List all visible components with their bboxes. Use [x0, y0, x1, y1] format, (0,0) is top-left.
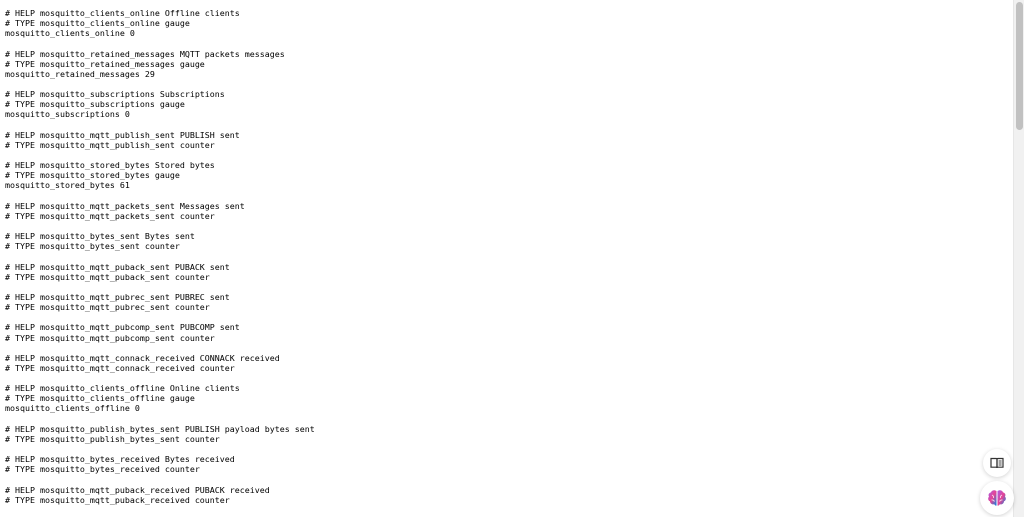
- page-viewport: # HELP mosquitto_clients_online Offline …: [0, 0, 1013, 517]
- metrics-line: # TYPE mosquitto_stored_bytes gauge: [5, 170, 180, 181]
- metrics-line: # HELP mosquitto_subscriptions Subscript…: [5, 89, 225, 100]
- metrics-line: # HELP mosquitto_publish_bytes_sent PUBL…: [5, 423, 315, 434]
- metrics-line: # HELP mosquitto_mqtt_publish_sent PUBLI…: [5, 129, 240, 140]
- metrics-line: # TYPE mosquitto_clients_offline gauge: [5, 393, 195, 404]
- metrics-text: # HELP mosquitto_clients_online Offline …: [0, 0, 1013, 505]
- book-open-icon: [990, 457, 1004, 469]
- metrics-line: # HELP mosquitto_bytes_received Bytes re…: [5, 454, 235, 465]
- metrics-line: # TYPE mosquitto_mqtt_pubrec_sent counte…: [5, 302, 210, 313]
- metrics-line: # TYPE mosquitto_mqtt_pubcomp_sent count…: [5, 332, 215, 343]
- metrics-line: # TYPE mosquitto_bytes_received counter: [5, 464, 200, 475]
- metrics-line: mosquitto_retained_messages 29: [5, 68, 155, 79]
- scrollbar-thumb[interactable]: [1016, 2, 1023, 130]
- metrics-line: # HELP mosquitto_clients_online Offline …: [5, 8, 240, 18]
- metrics-line: # TYPE mosquitto_mqtt_connack_received c…: [5, 362, 235, 373]
- metrics-line: mosquitto_subscriptions 0: [5, 109, 130, 120]
- metrics-line: # TYPE mosquitto_subscriptions gauge: [5, 99, 185, 110]
- metrics-line: mosquitto_clients_online 0: [5, 28, 135, 39]
- metrics-line: # HELP mosquitto_stored_bytes Stored byt…: [5, 160, 215, 171]
- metrics-line: # HELP mosquitto_mqtt_pubcomp_sent PUBCO…: [5, 322, 240, 333]
- metrics-line: # TYPE mosquitto_mqtt_publish_sent count…: [5, 139, 215, 150]
- metrics-line: # HELP mosquitto_bytes_sent Bytes sent: [5, 231, 195, 242]
- metrics-line: # TYPE mosquitto_retained_messages gauge: [5, 58, 205, 69]
- vertical-scrollbar[interactable]: [1013, 0, 1024, 517]
- brain-icon: [987, 489, 1007, 507]
- metrics-line: # TYPE mosquitto_mqtt_puback_received co…: [5, 494, 230, 505]
- metrics-line: # HELP mosquitto_mqtt_connack_received C…: [5, 352, 280, 363]
- metrics-line: # TYPE mosquitto_mqtt_puback_sent counte…: [5, 271, 210, 282]
- metrics-line: mosquitto_stored_bytes 61: [5, 180, 130, 191]
- reader-mode-button[interactable]: [983, 449, 1011, 477]
- metrics-line: # HELP mosquitto_mqtt_packets_sent Messa…: [5, 200, 245, 211]
- metrics-line: # TYPE mosquitto_publish_bytes_sent coun…: [5, 433, 220, 444]
- metrics-line: # HELP mosquitto_retained_messages MQTT …: [5, 48, 285, 59]
- metrics-line: # HELP mosquitto_clients_offline Online …: [5, 383, 240, 394]
- metrics-line: mosquitto_clients_offline 0: [5, 403, 140, 414]
- metrics-line: # HELP mosquitto_mqtt_puback_received PU…: [5, 484, 270, 495]
- metrics-line: # HELP mosquitto_mqtt_puback_sent PUBACK…: [5, 261, 230, 272]
- metrics-line: # HELP mosquitto_mqtt_pubrec_sent PUBREC…: [5, 291, 230, 302]
- metrics-line: # TYPE mosquitto_clients_online gauge: [5, 18, 190, 29]
- assistant-button[interactable]: [980, 481, 1014, 515]
- metrics-line: # TYPE mosquitto_mqtt_packets_sent count…: [5, 210, 215, 221]
- metrics-line: # TYPE mosquitto_bytes_sent counter: [5, 241, 180, 252]
